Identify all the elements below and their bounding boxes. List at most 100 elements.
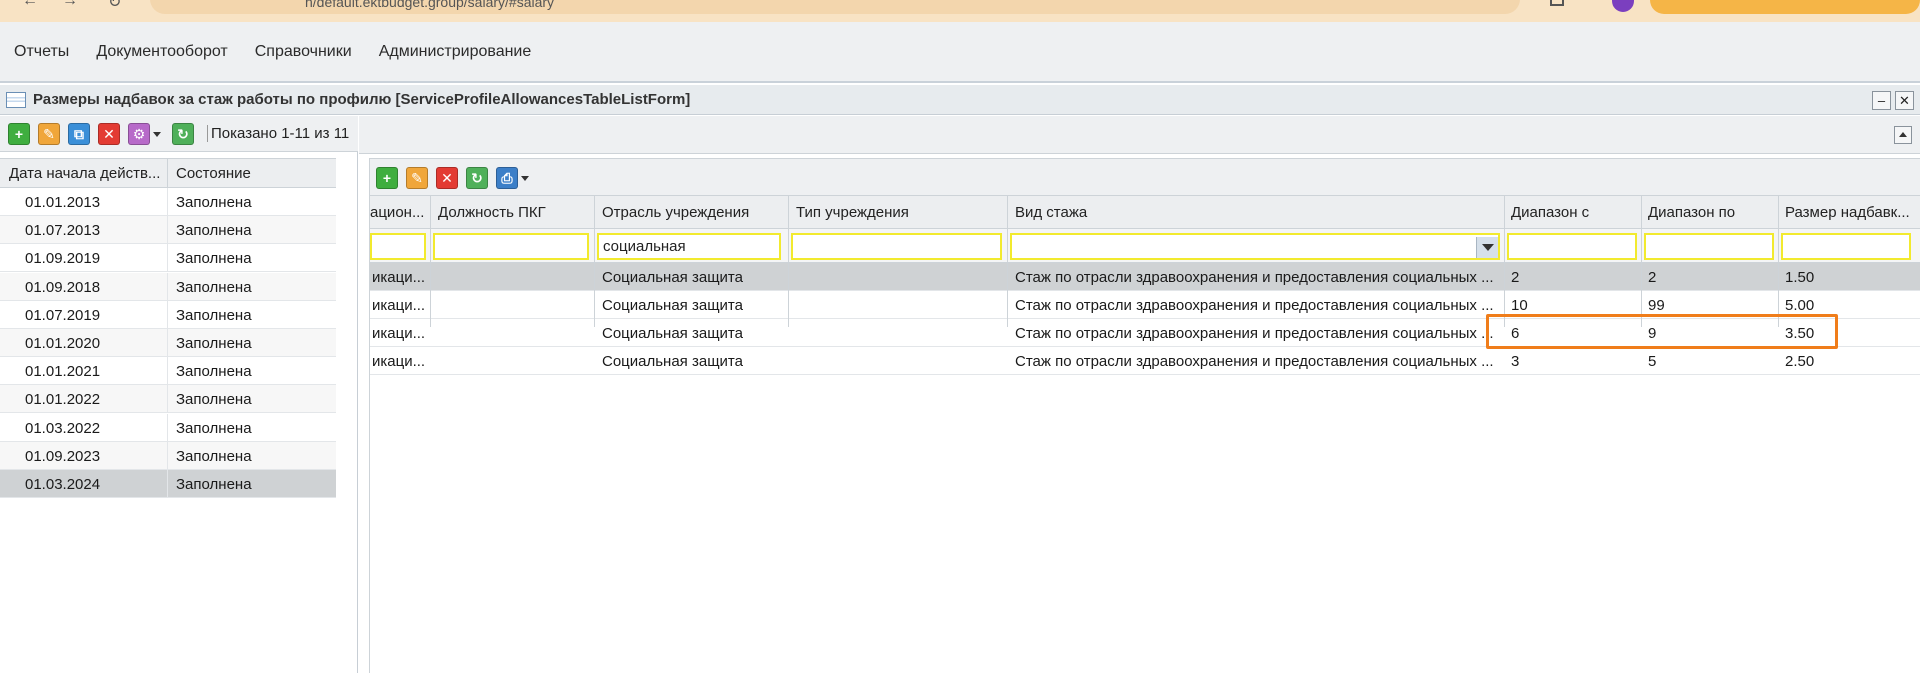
state-cell: Заполнена (176, 194, 252, 211)
column-header-start-date[interactable]: Дата начала действ... (9, 165, 160, 182)
delete-icon[interactable]: ✕ (98, 123, 120, 145)
chevron-down-icon[interactable] (153, 132, 161, 137)
column-divider (167, 470, 168, 498)
start-date-cell: 01.01.2013 (25, 194, 101, 211)
table-row[interactable]: 01.09.2018 Заполнена (0, 272, 336, 301)
table-row[interactable]: 01.03.2022 Заполнена (0, 413, 336, 442)
profile-avatar[interactable] (1612, 0, 1634, 12)
forward-icon[interactable]: → (62, 0, 78, 10)
reload-icon[interactable]: ↻ (108, 0, 121, 12)
state-cell: Заполнена (176, 447, 252, 465)
chevron-down-icon[interactable] (521, 176, 529, 181)
state-cell: Заполнена (176, 278, 252, 296)
chevron-down-icon[interactable] (1476, 237, 1498, 258)
download-icon[interactable] (1550, 0, 1564, 6)
range-to-cell: 99 (1648, 297, 1665, 314)
filter-range-from-input[interactable] (1507, 233, 1637, 260)
state-cell: Заполнена (176, 222, 252, 240)
column-header-institution-type[interactable]: Тип учреждения (796, 204, 996, 221)
back-icon[interactable]: ← (22, 0, 38, 10)
refresh-icon[interactable]: ↻ (466, 167, 488, 189)
app-menu: Отчеты Документооборот Справочники Админ… (0, 22, 1920, 83)
state-cell: Заполнена (176, 306, 252, 324)
state-cell: Заполнена (176, 476, 252, 493)
table-row[interactable]: 01.01.2021 Заполнена (0, 357, 336, 386)
table-row[interactable]: 01.07.2019 Заполнена (0, 300, 336, 329)
experience-type-cell: Стаж по отрасли здравоохранения и предос… (1015, 325, 1494, 342)
filter-position-pkg-input[interactable] (433, 233, 589, 260)
table-row[interactable]: 01.03.2024 Заполнена (0, 470, 336, 498)
column-header-qualification[interactable]: ацион... (370, 204, 428, 221)
delete-icon[interactable]: ✕ (436, 167, 458, 189)
industry-cell: Социальная защита (602, 269, 743, 286)
column-divider[interactable] (1007, 195, 1008, 327)
filter-institution-type-input[interactable] (791, 233, 1002, 260)
start-date-cell: 01.09.2018 (25, 278, 101, 296)
plus-icon[interactable]: + (8, 123, 30, 145)
column-divider (167, 357, 168, 386)
column-divider[interactable] (167, 159, 168, 189)
table-row[interactable]: 01.07.2013 Заполнена (0, 216, 336, 245)
filter-industry-input[interactable] (597, 233, 781, 260)
column-header-position-pkg[interactable]: Должность ПКГ (438, 204, 588, 221)
pencil-icon[interactable]: ✎ (406, 167, 428, 189)
address-text[interactable]: h/default.ektbudget.group/salary/#salary (305, 0, 554, 10)
state-cell: Заполнена (176, 419, 252, 437)
state-cell: Заполнена (176, 250, 252, 268)
menu-documents[interactable]: Документооборот (96, 43, 227, 61)
column-divider (167, 385, 168, 414)
column-divider[interactable] (1778, 195, 1779, 327)
column-divider[interactable] (1641, 195, 1642, 327)
table-row[interactable]: 01.01.2020 Заполнена (0, 329, 336, 357)
shown-count: Показано 1-11 из 11 (207, 125, 349, 142)
qualification-cell: икаци... (372, 297, 426, 314)
print-icon[interactable]: ⎙ (496, 167, 518, 189)
range-to-cell: 5 (1648, 353, 1657, 370)
menu-directories[interactable]: Справочники (255, 43, 352, 61)
column-header-experience-type[interactable]: Вид стажа (1015, 204, 1495, 221)
column-header-range-to[interactable]: Диапазон по (1648, 204, 1768, 221)
table-row[interactable]: икаци... Социальная защита Стаж по отрасли… (370, 263, 1920, 291)
filter-qualification-input[interactable] (370, 233, 426, 260)
pencil-icon[interactable]: ✎ (38, 123, 60, 145)
qualification-cell: икаци... (372, 353, 426, 370)
column-divider[interactable] (1504, 195, 1505, 327)
detail-toolbar: + ✎ ✕ ↻ ⎙ (370, 159, 1920, 195)
start-date-cell: 01.01.2022 (25, 391, 101, 409)
column-divider (167, 441, 168, 470)
filter-allowance-input[interactable] (1781, 233, 1911, 260)
plus-icon[interactable]: + (376, 167, 398, 189)
table-row[interactable]: 01.09.2023 Заполнена (0, 441, 336, 470)
table-row[interactable]: 01.01.2013 Заполнена (0, 188, 336, 216)
copy-icon[interactable]: ⧉ (68, 123, 90, 145)
column-header-industry[interactable]: Отрасль учреждения (602, 204, 782, 221)
column-divider (167, 244, 168, 273)
menu-administration[interactable]: Администрирование (379, 43, 532, 61)
column-header-range-from[interactable]: Диапазон с (1511, 204, 1631, 221)
gear-icon[interactable]: ⚙ (128, 123, 150, 145)
refresh-icon[interactable]: ↻ (172, 123, 194, 145)
column-divider[interactable] (594, 195, 595, 327)
update-button[interactable] (1650, 0, 1920, 14)
table-row[interactable]: икаци... Социальная защита Стаж по отрасли… (370, 347, 1920, 375)
collapse-button[interactable] (1894, 126, 1912, 144)
filter-range-to-input[interactable] (1644, 233, 1774, 260)
table-row[interactable]: 01.01.2022 Заполнена (0, 385, 336, 414)
column-divider (167, 216, 168, 245)
highlight-annotation (1486, 314, 1838, 349)
menu-reports[interactable]: Отчеты (14, 43, 69, 61)
qualification-cell: икаци... (372, 325, 426, 342)
column-header-allowance-size[interactable]: Размер надбавк... (1785, 204, 1915, 221)
table-row[interactable]: 01.09.2019 Заполнена (0, 244, 336, 273)
right-panel-header (359, 116, 1920, 154)
column-divider[interactable] (788, 195, 789, 327)
column-divider[interactable] (430, 195, 431, 327)
close-button[interactable]: ✕ (1895, 91, 1914, 110)
minimize-button[interactable]: – (1872, 91, 1891, 110)
filter-experience-select[interactable] (1010, 233, 1500, 260)
left-toolbar: + ✎ ⧉ ✕ ⚙ ↻ Показано 1-11 из 11 (0, 116, 358, 152)
column-header-state[interactable]: Состояние (176, 165, 251, 182)
start-date-cell: 01.09.2019 (25, 250, 101, 268)
start-date-cell: 01.03.2022 (25, 419, 101, 437)
window-title: Размеры надбавок за стаж работы по профи… (33, 91, 691, 108)
